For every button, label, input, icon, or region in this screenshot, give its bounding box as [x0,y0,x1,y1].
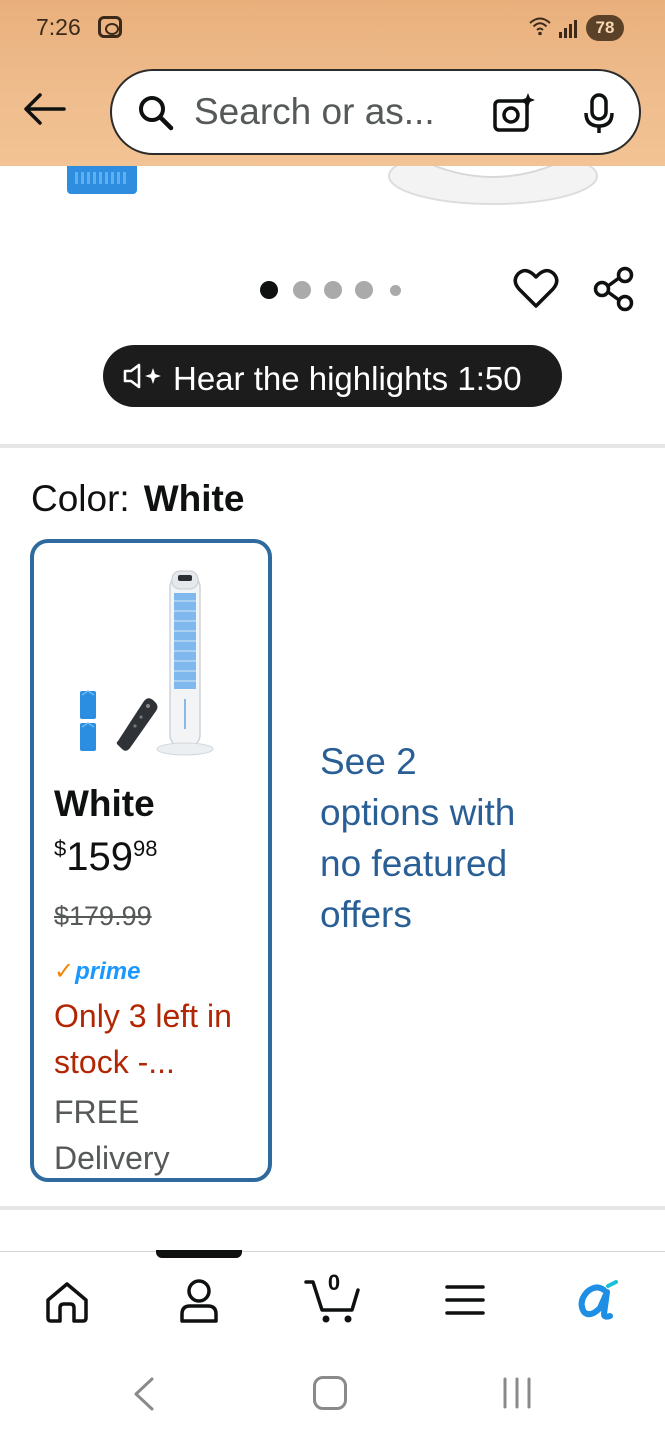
variant-price: $15998 [54,835,157,880]
signal-icon [559,20,577,38]
search-bar[interactable]: Search or as... [110,69,641,155]
color-variant-card-white[interactable]: White $15998 $179.99 ✓prime Only 3 left … [30,539,272,1182]
color-selector-label: Color: White [31,478,244,520]
hear-highlights-label: Hear the highlights 1:50 [173,360,522,397]
section-divider [0,1206,665,1210]
account-icon[interactable] [178,1278,220,1324]
product-image-ice-pack [67,166,137,194]
search-input[interactable]: Search or as... [194,91,435,133]
carousel-dot[interactable] [293,281,311,299]
prime-badge: ✓prime [54,957,140,985]
status-time: 7:26 [36,14,81,40]
battery-indicator: 78 [586,15,624,41]
system-home-icon[interactable] [313,1376,347,1410]
carousel-dot[interactable] [324,281,342,299]
section-divider [0,444,665,448]
image-carousel-dots [260,280,410,300]
variant-title: White [54,783,155,824]
system-navigation-bar [0,1346,665,1440]
price-whole: 159 [66,835,133,879]
share-icon[interactable] [592,266,636,312]
prime-label: prime [75,958,141,985]
hear-highlights-button[interactable]: Hear the highlights 1:50 [103,345,562,407]
search-icon [139,96,174,131]
microphone-icon[interactable] [582,93,616,135]
variant-product-image [80,570,214,756]
price-symbol: $ [54,836,67,861]
bottom-navigation: 0 [0,1250,665,1345]
cart-count: 0 [327,1270,341,1295]
price-fraction: 98 [133,836,158,861]
heart-icon[interactable] [513,266,559,310]
color-selected-value: White [143,478,245,519]
camera-search-icon[interactable] [492,91,536,135]
list-price: $179.99 [54,901,152,931]
menu-icon[interactable] [444,1282,486,1318]
carousel-dot[interactable] [260,281,278,299]
see-options-link[interactable]: See 2 options with no featured offers [320,736,520,940]
stock-status: Only 3 left in stock -... [54,998,232,1080]
screen-record-icon [98,16,122,38]
active-tab-indicator [156,1250,242,1258]
system-back-icon[interactable] [130,1376,158,1412]
back-arrow-icon[interactable] [22,92,66,126]
system-recent-apps-icon[interactable] [500,1376,534,1410]
carousel-dot[interactable] [390,285,401,296]
delivery-label: Delivery [54,1140,170,1176]
rufus-assistant-icon[interactable] [574,1280,620,1320]
status-bar: 7:26 78 [0,12,665,46]
free-label: FREE [54,1094,140,1130]
color-label-text: Color: [31,478,130,519]
carousel-dot[interactable] [355,281,373,299]
wifi-icon [529,17,551,36]
prime-check-icon: ✓ [54,958,75,985]
home-icon[interactable] [44,1280,90,1324]
speaker-sparkle-icon [123,363,161,389]
app-header: 7:26 78 Search or as... [0,0,665,166]
